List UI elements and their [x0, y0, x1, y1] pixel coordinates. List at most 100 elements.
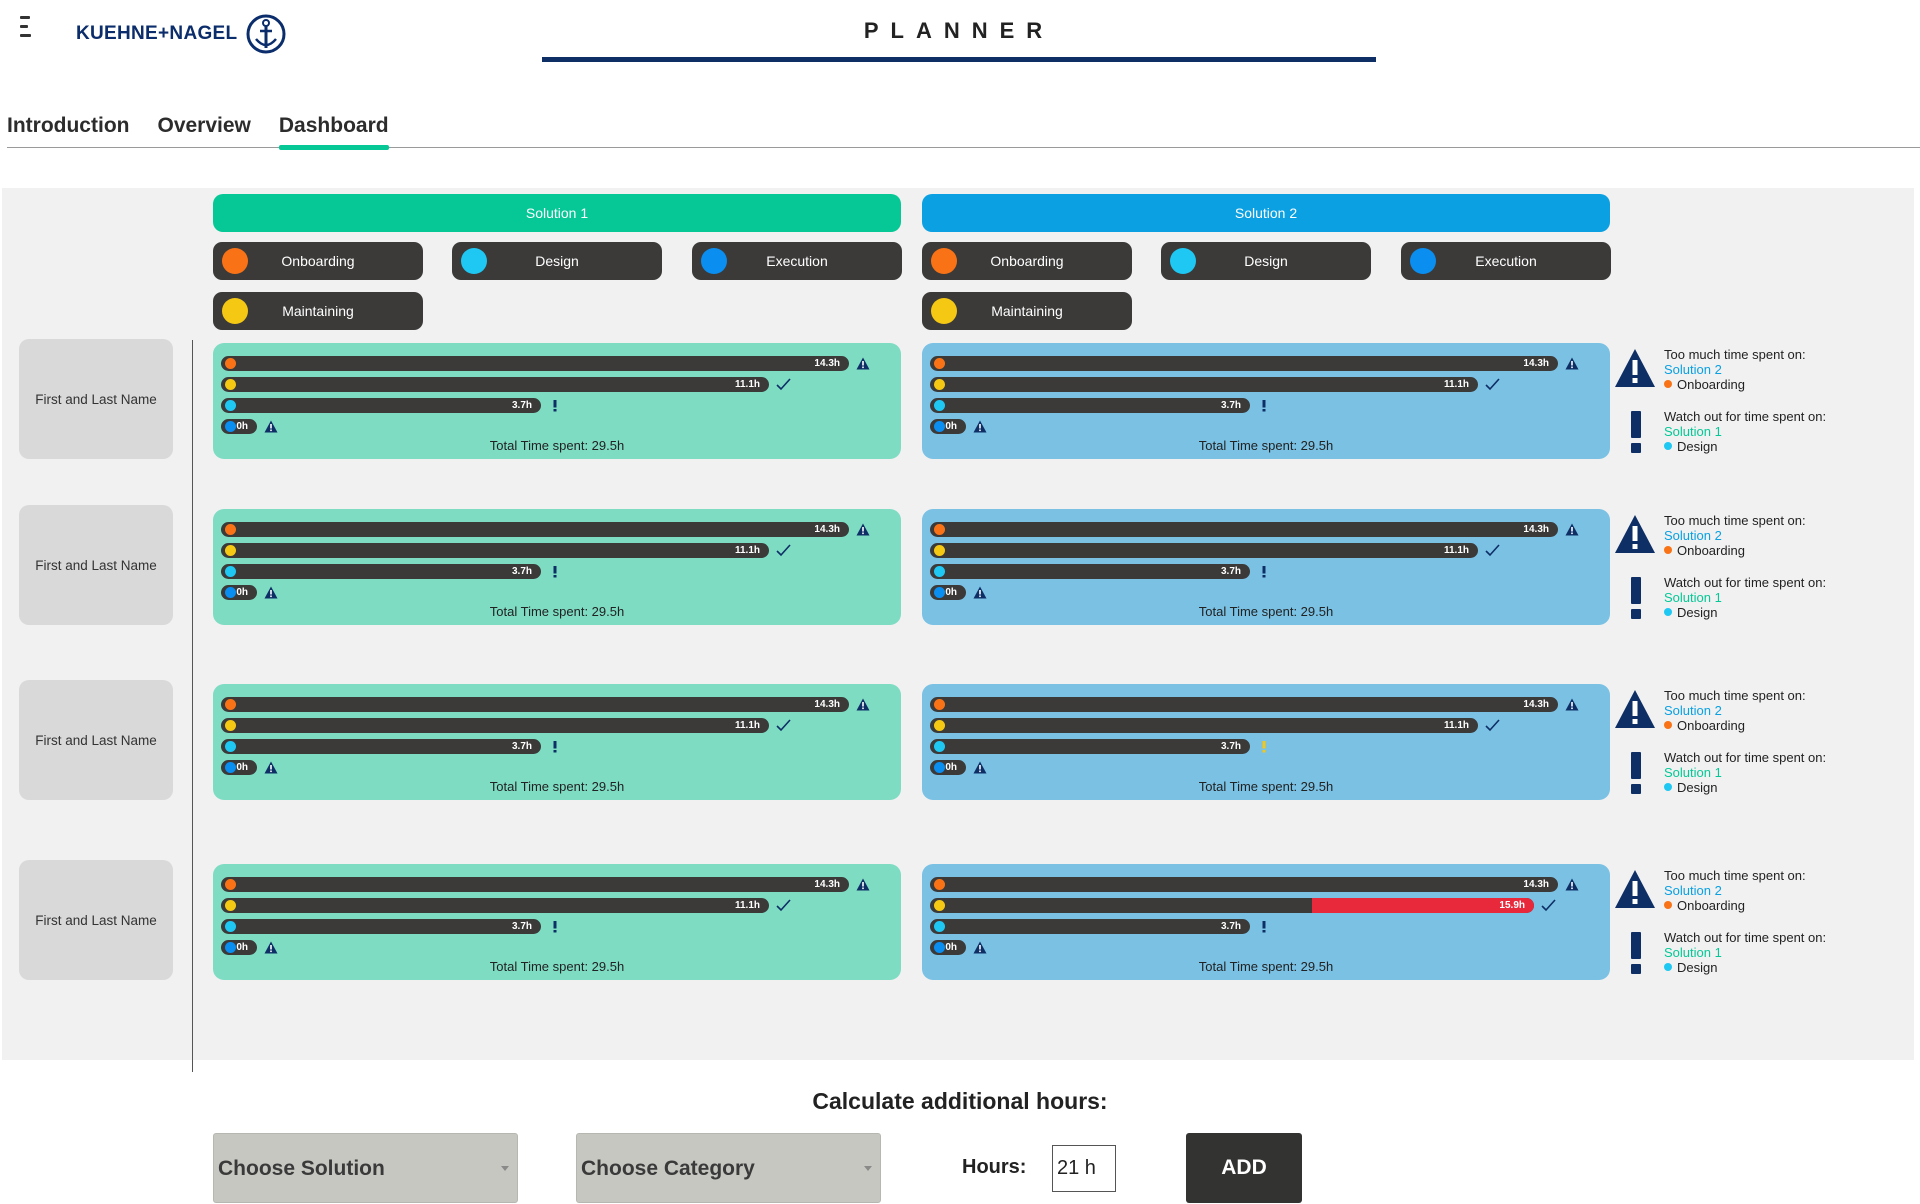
app-title: PLANNER: [863, 18, 1055, 43]
tab-introduction[interactable]: Introduction: [7, 110, 129, 148]
time-bar[interactable]: 11.1h: [221, 377, 769, 392]
status-indicator: [263, 940, 279, 956]
time-bar[interactable]: 11.1h: [930, 718, 1478, 733]
status-indicator: [775, 377, 791, 393]
alert-watch-solution[interactable]: Solution 1: [1664, 945, 1826, 960]
time-bar[interactable]: 15.9h: [930, 898, 1534, 913]
add-button[interactable]: ADD: [1186, 1133, 1302, 1203]
alert-too-much: Too much time spent on: Solution 2 Onboa…: [1664, 347, 1806, 392]
person-name[interactable]: First and Last Name: [19, 860, 173, 980]
solution-select-value: Choose Solution: [218, 1157, 385, 1180]
time-bar[interactable]: 14.3h: [930, 877, 1558, 892]
time-bar[interactable]: 0h: [221, 585, 257, 600]
person-name[interactable]: First and Last Name: [19, 680, 173, 800]
tab-overview[interactable]: Overview: [157, 110, 250, 148]
menu-icon[interactable]: [20, 16, 34, 40]
warning-icon: [856, 523, 870, 536]
time-bar[interactable]: 14.3h: [221, 877, 849, 892]
category-dot: [225, 741, 236, 752]
category-pill-onboarding[interactable]: Onboarding: [213, 242, 423, 280]
time-bar[interactable]: 14.3h: [221, 697, 849, 712]
category-pill-execution[interactable]: Execution: [692, 242, 902, 280]
alert-too-much-solution[interactable]: Solution 2: [1664, 528, 1806, 543]
time-bar[interactable]: 11.1h: [930, 543, 1478, 558]
time-bar[interactable]: 0h: [221, 419, 257, 434]
warning-icon: [973, 761, 987, 774]
time-bar[interactable]: 0h: [930, 760, 966, 775]
alert-watch-category-row: Design: [1664, 439, 1826, 454]
category-dot: [934, 699, 945, 710]
category-select-value: Choose Category: [581, 1157, 755, 1180]
alert-too-much-category: Onboarding: [1677, 543, 1745, 558]
solution-2-header[interactable]: Solution 2: [922, 194, 1610, 232]
time-bar[interactable]: 11.1h: [930, 377, 1478, 392]
category-pill-maintaining[interactable]: Maintaining: [922, 292, 1132, 330]
status-indicator: [1564, 697, 1580, 713]
status-indicator: [1256, 919, 1272, 935]
category-dot: [934, 921, 945, 932]
time-bar[interactable]: 14.3h: [221, 522, 849, 537]
warning-icon: [1565, 357, 1579, 370]
category-pill-design[interactable]: Design: [452, 242, 662, 280]
bar-row: 11.1h: [221, 717, 791, 734]
alert-too-much-solution[interactable]: Solution 2: [1664, 703, 1806, 718]
alert-too-much-solution[interactable]: Solution 2: [1664, 883, 1806, 898]
status-indicator: [547, 739, 563, 755]
bar-row: 3.7h: [221, 563, 563, 580]
tab-bar: Introduction Overview Dashboard: [7, 110, 1920, 150]
time-bar[interactable]: 11.1h: [221, 718, 769, 733]
warning-icon: [856, 357, 870, 370]
time-bar[interactable]: 3.7h: [930, 564, 1250, 579]
alert-watch-out: Watch out for time spent on: Solution 1 …: [1664, 930, 1826, 975]
alert-too-much-solution[interactable]: Solution 2: [1664, 362, 1806, 377]
alert-watch-solution[interactable]: Solution 1: [1664, 424, 1826, 439]
solution-1-header[interactable]: Solution 1: [213, 194, 901, 232]
time-bar[interactable]: 0h: [930, 419, 966, 434]
warning-icon: [973, 420, 987, 433]
time-bar[interactable]: 0h: [930, 585, 966, 600]
time-bar[interactable]: 14.3h: [930, 522, 1558, 537]
warning-icon: [856, 698, 870, 711]
time-bar[interactable]: 3.7h: [930, 398, 1250, 413]
time-bar[interactable]: 11.1h: [221, 543, 769, 558]
time-bar[interactable]: 11.1h: [221, 898, 769, 913]
time-bar[interactable]: 3.7h: [930, 919, 1250, 934]
alert-too-much: Too much time spent on: Solution 2 Onboa…: [1664, 868, 1806, 913]
category-select[interactable]: Choose Category: [576, 1133, 881, 1203]
category-dot: [934, 566, 945, 577]
company-logo[interactable]: KUEHNE+NAGEL: [76, 14, 287, 54]
bar-value: 11.1h: [1443, 379, 1469, 390]
time-bar[interactable]: 14.3h: [930, 356, 1558, 371]
category-pill-execution[interactable]: Execution: [1401, 242, 1611, 280]
category-dot: [934, 421, 945, 432]
time-bar[interactable]: 3.7h: [221, 919, 541, 934]
time-card-solution-1: 14.3h 11.1h 3.7h 0h Total Time spent: 29…: [213, 684, 901, 800]
status-indicator: [972, 760, 988, 776]
check-icon: [775, 899, 791, 912]
time-bar[interactable]: 3.7h: [221, 398, 541, 413]
time-bar[interactable]: 14.3h: [221, 356, 849, 371]
time-bar[interactable]: 14.3h: [930, 697, 1558, 712]
person-name[interactable]: First and Last Name: [19, 339, 173, 459]
alert-watch-solution[interactable]: Solution 1: [1664, 590, 1826, 605]
time-bar[interactable]: 3.7h: [221, 564, 541, 579]
alert-watch-category: Design: [1677, 780, 1718, 795]
category-pill-maintaining[interactable]: Maintaining: [213, 292, 423, 330]
alert-watch-solution[interactable]: Solution 1: [1664, 765, 1826, 780]
time-bar[interactable]: 0h: [221, 760, 257, 775]
category-dot: [1664, 783, 1672, 791]
status-indicator: [547, 398, 563, 414]
time-bar[interactable]: 3.7h: [930, 739, 1250, 754]
tab-dashboard[interactable]: Dashboard: [278, 110, 389, 150]
category-dot: [934, 762, 945, 773]
time-bar[interactable]: 0h: [930, 940, 966, 955]
category-pill-design[interactable]: Design: [1161, 242, 1371, 280]
solution-select[interactable]: Choose Solution: [213, 1133, 518, 1203]
category-pill-onboarding[interactable]: Onboarding: [922, 242, 1132, 280]
person-name[interactable]: First and Last Name: [19, 505, 173, 625]
time-bar[interactable]: 3.7h: [221, 739, 541, 754]
time-bar[interactable]: 0h: [221, 940, 257, 955]
warning-icon: [1615, 515, 1655, 553]
alert-watch-category: Design: [1677, 439, 1718, 454]
bar-value: 11.1h: [734, 720, 760, 731]
